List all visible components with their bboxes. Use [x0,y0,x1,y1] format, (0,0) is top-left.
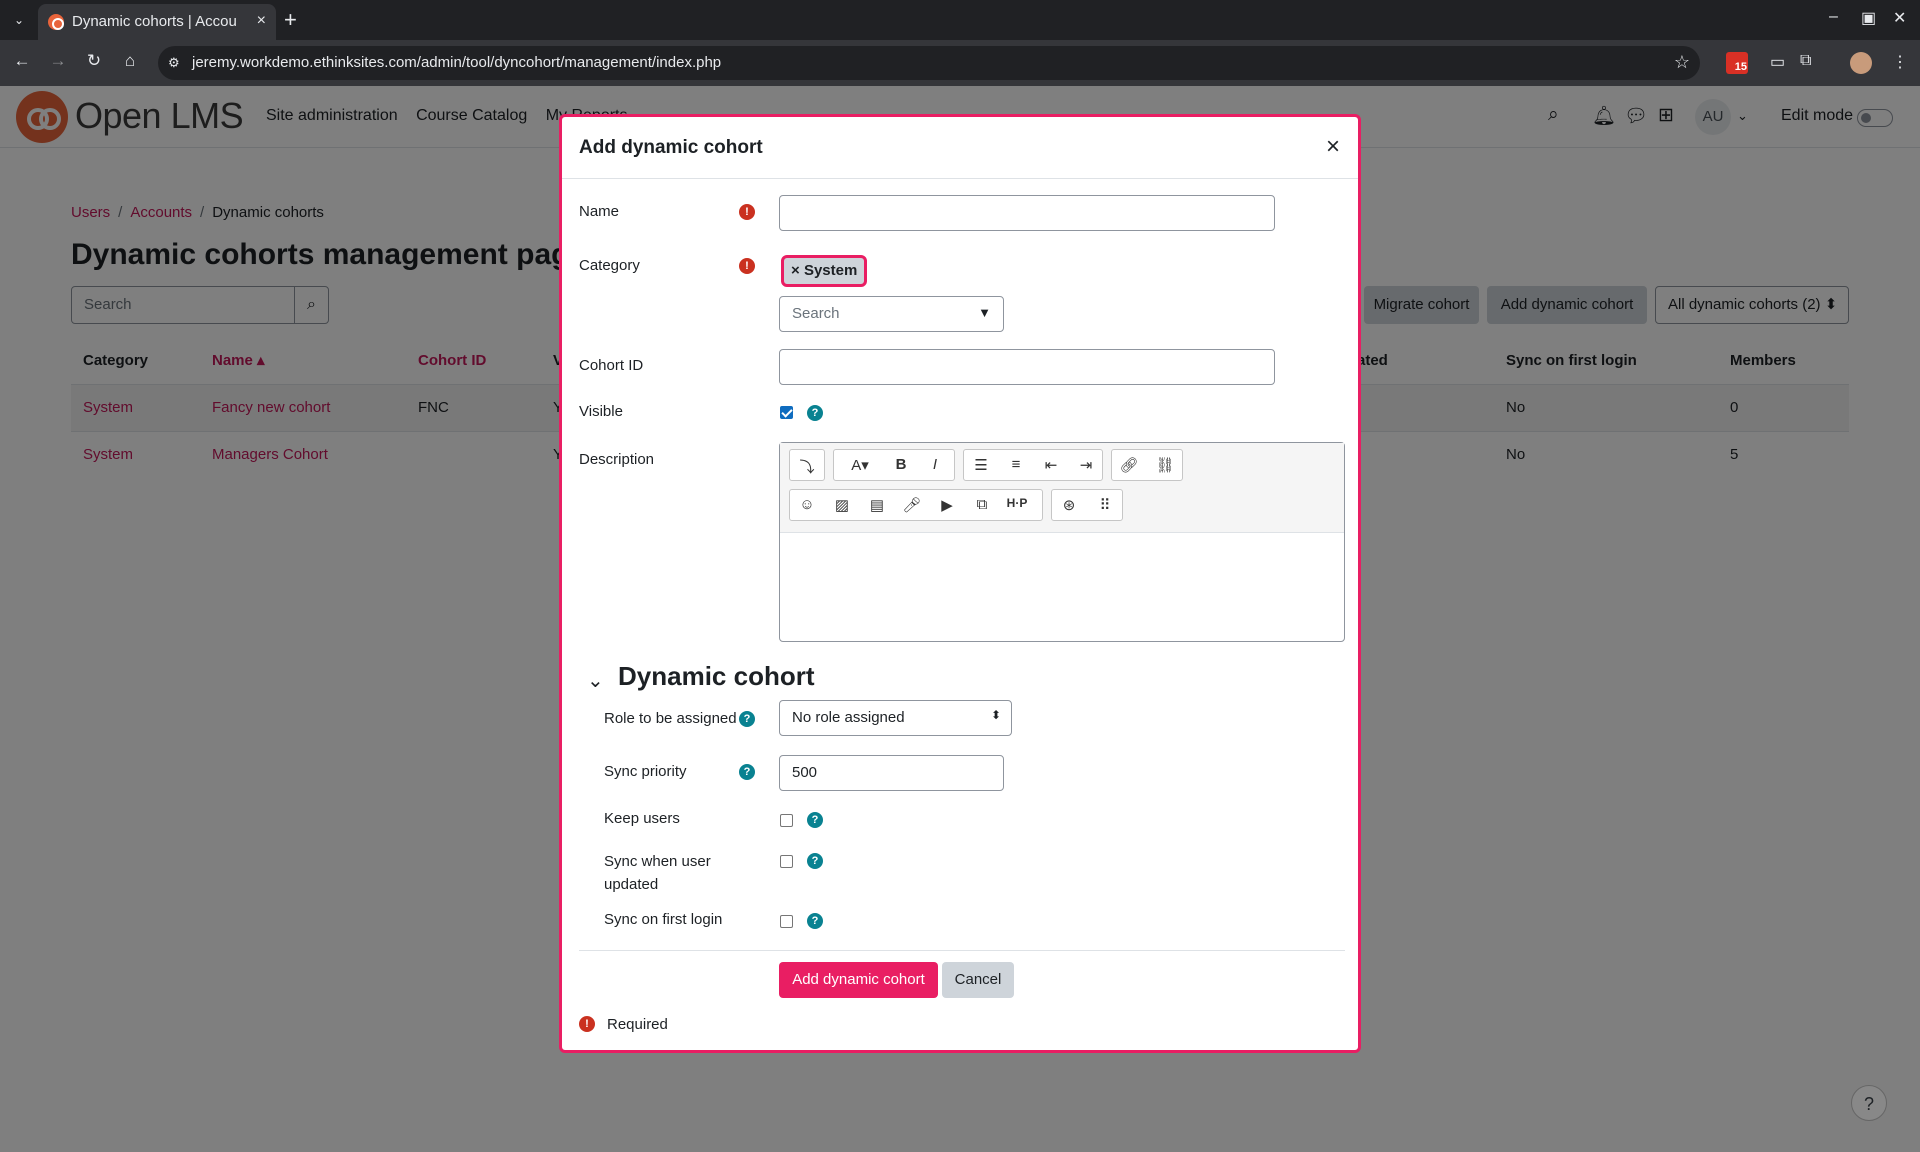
bold-icon[interactable]: B [884,456,918,473]
toolbar-group: 🔗︎ ⛓ [1111,449,1183,481]
name-label: Name [579,203,620,220]
visible-checkbox[interactable] [780,406,793,419]
bullet-list-icon[interactable]: ☰ [964,456,998,474]
media-icon[interactable]: ▤ [860,496,894,514]
italic-icon[interactable]: I [918,456,952,473]
submit-add-cohort-button[interactable]: Add dynamic cohort [779,962,938,998]
manage-files-icon[interactable]: ⧉ [965,496,999,513]
back-icon[interactable]: ← [10,51,34,71]
divider [579,950,1345,951]
keep-users-label: Keep users [604,810,680,827]
help-icon[interactable]: ? [807,405,823,421]
help-icon[interactable]: ? [807,913,823,929]
numbered-list-icon[interactable]: ≡ [999,456,1033,473]
cast-icon[interactable]: ▭ [1770,52,1785,72]
accessibility-icon[interactable]: ⊛ [1052,496,1086,514]
description-label: Description [579,451,655,468]
profile-avatar[interactable] [1850,52,1872,74]
toolbar-group: ☰ ≡ ⇤ ⇥ [963,449,1103,481]
help-icon[interactable]: ? [739,711,755,727]
maximize-icon[interactable]: ▣ [1861,8,1876,28]
sync-priority-field[interactable]: 500 [779,755,1004,791]
cohort-id-field[interactable] [779,349,1275,385]
favicon-icon [48,14,64,30]
required-icon: ! [739,258,755,274]
description-textarea[interactable] [780,534,1344,641]
modal-header: Add dynamic cohort × [562,117,1358,179]
window-close-icon[interactable]: ✕ [1893,8,1906,28]
help-icon[interactable]: ? [807,853,823,869]
modal-title: Add dynamic cohort [579,137,763,158]
select-arrow-icon: ⬍ [990,708,1001,722]
reload-icon[interactable]: ↻ [82,51,106,71]
forward-icon[interactable]: → [46,51,70,71]
extensions-icon[interactable]: ⧉ [1800,52,1811,70]
unlink-icon[interactable]: ⛓ [1148,456,1182,474]
tag-remove-icon[interactable]: × [791,262,804,279]
toolbar-group: A▾ B I [833,449,955,481]
help-fab-icon[interactable]: ? [1851,1085,1887,1121]
emoji-icon[interactable]: ☺ [790,496,824,513]
record-audio-icon[interactable]: 🎤︎ [895,496,929,514]
dropdown-arrow-icon[interactable]: ▼ [978,305,991,320]
address-bar[interactable]: ⚙ jeremy.workdemo.ethinksites.com/admin/… [158,46,1700,80]
browser-tabbar: ⌄ Dynamic cohorts | Accou × + – ▣ ✕ [0,0,1920,40]
sync-priority-label: Sync priority [604,763,687,780]
browser-tab[interactable]: Dynamic cohorts | Accou × [38,4,276,40]
h5p-icon[interactable]: H·P [1000,496,1034,510]
tab-search-icon[interactable]: ⌄ [8,9,30,31]
editor-toolbar: ⤵ A▾ B I ☰ ≡ ⇤ ⇥ 🔗︎ ⛓ ☺ ▨ ▤ 🎤︎ ▶ ⧉ H·P ⊛… [780,443,1344,533]
minimize-icon[interactable]: – [1829,8,1838,26]
more-tools-icon[interactable]: ⠿ [1088,496,1122,514]
role-label: Role to be assigned [604,710,737,727]
keep-users-checkbox[interactable] [780,814,793,827]
tab-title: Dynamic cohorts | Accou [72,13,237,30]
sync-updated-checkbox[interactable] [780,855,793,868]
category-tag[interactable]: × System [781,255,868,287]
required-icon: ! [739,204,755,220]
outdent-icon[interactable]: ⇤ [1034,456,1068,474]
url-text: jeremy.workdemo.ethinksites.com/admin/to… [192,54,722,71]
category-search-placeholder: Search [792,305,840,322]
description-editor: ⤵ A▾ B I ☰ ≡ ⇤ ⇥ 🔗︎ ⛓ ☺ ▨ ▤ 🎤︎ ▶ ⧉ H·P ⊛… [779,442,1345,642]
new-tab-icon[interactable]: + [284,7,297,33]
required-icon: ! [579,1016,595,1032]
indent-icon[interactable]: ⇥ [1069,456,1103,474]
calendar-extension-icon[interactable]: 15 [1726,52,1748,74]
category-label: Category [579,257,640,274]
toolbar-group: ⤵ [789,449,825,481]
modal-close-icon[interactable]: × [1326,133,1340,161]
tab-close-icon[interactable]: × [257,12,266,30]
sync-first-login-label: Sync on first login [604,911,723,928]
required-note: Required [607,1016,668,1033]
cohort-id-label: Cohort ID [579,357,644,374]
collapse-toolbar-icon[interactable]: ⤵ [790,456,824,477]
role-select[interactable]: No role assigned ⬍ [779,700,1012,736]
site-info-icon[interactable]: ⚙ [168,55,180,71]
visible-label: Visible [579,403,623,420]
name-field[interactable] [779,195,1275,231]
section-collapse-chevron-icon[interactable]: ⌄ [587,668,604,693]
font-style-icon[interactable]: A▾ [836,456,884,474]
category-tag-label: System [803,262,858,279]
image-icon[interactable]: ▨ [825,496,859,514]
sync-first-login-checkbox[interactable] [780,915,793,928]
home-icon[interactable]: ⌂ [118,51,142,71]
add-dynamic-cohort-modal: Add dynamic cohort × Name ! Category ! ×… [559,114,1361,1053]
dynamic-cohort-section-title[interactable]: Dynamic cohort [618,661,815,692]
toolbar-group: ⊛ ⠿ [1051,489,1123,521]
help-icon[interactable]: ? [739,764,755,780]
browser-toolbar: ← → ↻ ⌂ ⚙ jeremy.workdemo.ethinksites.co… [0,40,1920,86]
role-select-value: No role assigned [792,709,905,726]
link-icon[interactable]: 🔗︎ [1112,456,1146,474]
category-search-input[interactable]: Search ▼ [779,296,1004,332]
record-video-icon[interactable]: ▶ [930,496,964,514]
help-icon[interactable]: ? [807,812,823,828]
toolbar-group: ☺ ▨ ▤ 🎤︎ ▶ ⧉ H·P [789,489,1043,521]
sync-updated-label: Sync when user updated [604,853,711,893]
bookmark-star-icon[interactable]: ☆ [1674,52,1690,73]
cancel-button[interactable]: Cancel [942,962,1014,998]
browser-menu-icon[interactable]: ⋮ [1892,52,1908,72]
